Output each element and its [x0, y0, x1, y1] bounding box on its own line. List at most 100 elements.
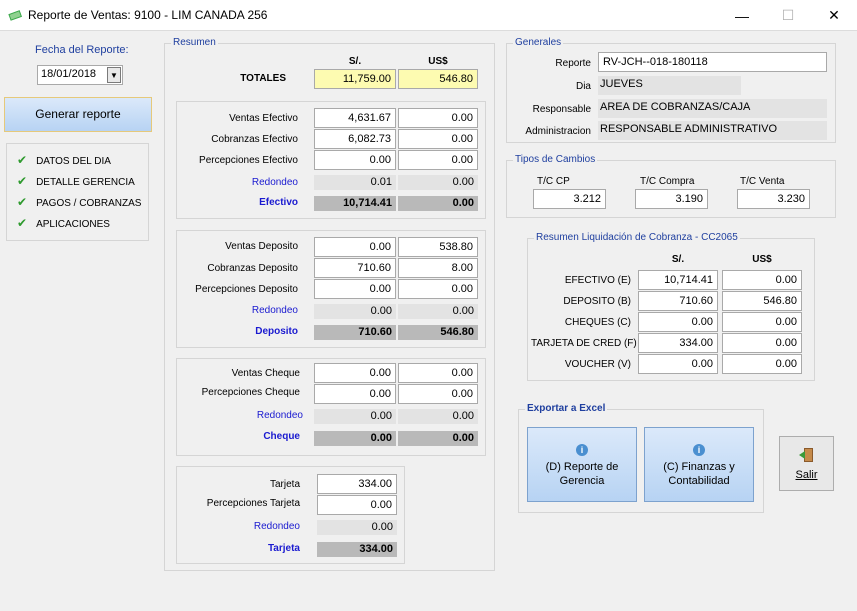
- redondeo-efectivo-sol: 0.01: [314, 175, 396, 190]
- reporte-field[interactable]: RV-JCH--018-180118: [598, 52, 827, 72]
- efectivo-total-usd: 0.00: [398, 196, 478, 211]
- percepciones-cheque-usd[interactable]: 0.00: [398, 384, 478, 404]
- ventas-cheque-sol[interactable]: 0.00: [314, 363, 396, 383]
- row-label: Ventas Deposito: [225, 241, 298, 252]
- liq-row-label: TARJETA DE CRED (F): [531, 338, 637, 349]
- percepciones-efectivo-usd[interactable]: 0.00: [398, 150, 478, 170]
- liq-tarjeta-usd[interactable]: 0.00: [722, 333, 802, 353]
- totales-usd: 546.80: [398, 69, 478, 89]
- row-label: Tarjeta: [269, 479, 300, 490]
- tc-venta-label: T/C Venta: [740, 176, 785, 187]
- row-label: Percepciones Tarjeta: [206, 498, 300, 509]
- percepciones-efectivo-sol[interactable]: 0.00: [314, 150, 396, 170]
- cheque-total-sol: 0.00: [314, 431, 396, 446]
- generar-reporte-button[interactable]: Generar reporte: [4, 97, 152, 132]
- fecha-date-picker[interactable]: 18/01/2018 ▼: [37, 65, 123, 85]
- reporte-label: Reporte: [555, 58, 591, 69]
- exit-door-icon: [798, 448, 813, 462]
- title-bar: Reporte de Ventas: 9100 - LIM CANADA 256…: [0, 0, 857, 31]
- app-money-icon: [8, 10, 23, 21]
- salir-label: Salir: [795, 469, 818, 481]
- row-label: Percepciones Deposito: [195, 284, 298, 295]
- redondeo-label: Redondeo: [253, 521, 300, 532]
- responsable-label: Responsable: [532, 104, 591, 115]
- row-label: Ventas Cheque: [231, 368, 300, 379]
- check-item: ✔ DETALLE GERENCIA: [17, 174, 135, 188]
- redondeo-label: Redondeo: [251, 305, 298, 316]
- finanzas-contabilidad-button[interactable]: i (C) Finanzas y Contabilidad: [644, 427, 754, 502]
- row-label: Cobranzas Deposito: [207, 263, 298, 274]
- cobranzas-efectivo-sol[interactable]: 6,082.73: [314, 129, 396, 149]
- cambios-title: Tipos de Cambios: [513, 154, 598, 165]
- cobranzas-deposito-sol[interactable]: 710.60: [314, 258, 396, 278]
- minimize-button[interactable]: —: [719, 0, 765, 31]
- liq-cheques-sol[interactable]: 0.00: [638, 312, 718, 332]
- generales-title: Generales: [513, 37, 564, 48]
- percepciones-deposito-usd[interactable]: 0.00: [398, 279, 478, 299]
- salir-button[interactable]: Salir: [779, 436, 834, 491]
- administracion-field: RESPONSABLE ADMINISTRATIVO: [598, 121, 827, 140]
- check-item: ✔ APLICACIONES: [17, 216, 110, 230]
- close-button[interactable]: ✕: [811, 0, 857, 31]
- tarjeta-sol[interactable]: 334.00: [317, 474, 397, 494]
- redondeo-deposito-usd: 0.00: [398, 304, 478, 319]
- efectivo-total-label: Efectivo: [259, 197, 298, 208]
- liq-voucher-sol[interactable]: 0.00: [638, 354, 718, 374]
- liq-row-label: VOUCHER (V): [564, 359, 631, 370]
- chevron-down-icon[interactable]: ▼: [107, 67, 121, 83]
- reporte-gerencia-label: (D) Reporte de Gerencia: [545, 461, 619, 487]
- cobranzas-efectivo-usd[interactable]: 0.00: [398, 129, 478, 149]
- tc-compra-field[interactable]: 3.190: [635, 189, 708, 209]
- liq-efectivo-sol[interactable]: 10,714.41: [638, 270, 718, 290]
- row-label: Ventas Efectivo: [229, 113, 298, 124]
- check-item: ✔ DATOS DEL DIA: [17, 153, 111, 167]
- totales-sol: 11,759.00: [314, 69, 396, 89]
- tc-venta-field[interactable]: 3.230: [737, 189, 810, 209]
- redondeo-label: Redondeo: [256, 410, 303, 421]
- tc-cp-field[interactable]: 3.212: [533, 189, 606, 209]
- cobranzas-deposito-usd[interactable]: 8.00: [398, 258, 478, 278]
- liq-deposito-usd[interactable]: 546.80: [722, 291, 802, 311]
- percepciones-deposito-sol[interactable]: 0.00: [314, 279, 396, 299]
- resumen-title: Resumen: [171, 37, 218, 48]
- totales-label: TOTALES: [240, 73, 286, 84]
- cheque-total-usd: 0.00: [398, 431, 478, 446]
- row-label: Cobranzas Efectivo: [211, 134, 298, 145]
- redondeo-deposito-sol: 0.00: [314, 304, 396, 319]
- liq-voucher-usd[interactable]: 0.00: [722, 354, 802, 374]
- checkmark-icon: ✔: [17, 216, 28, 230]
- checklist-panel: ✔ DATOS DEL DIA ✔ DETALLE GERENCIA ✔ PAG…: [6, 143, 149, 241]
- liquidacion-title: Resumen Liquidación de Cobranza - CC2065: [534, 232, 740, 243]
- info-icon: i: [576, 444, 588, 456]
- liq-deposito-sol[interactable]: 710.60: [638, 291, 718, 311]
- tarjeta-total-sol: 334.00: [317, 542, 397, 557]
- liq-tarjeta-sol[interactable]: 334.00: [638, 333, 718, 353]
- ventas-cheque-usd[interactable]: 0.00: [398, 363, 478, 383]
- exportar-title: Exportar a Excel: [525, 403, 608, 414]
- checkmark-icon: ✔: [17, 195, 28, 209]
- deposito-total-usd: 546.80: [398, 325, 478, 340]
- liq-row-label: CHEQUES (C): [564, 317, 631, 328]
- liq-efectivo-usd[interactable]: 0.00: [722, 270, 802, 290]
- liq-row-label: DEPOSITO (B): [563, 296, 631, 307]
- tc-cp-label: T/C CP: [537, 176, 570, 187]
- reporte-gerencia-button[interactable]: i (D) Reporte de Gerencia: [527, 427, 637, 502]
- percepciones-cheque-sol[interactable]: 0.00: [314, 384, 396, 404]
- ventas-efectivo-sol[interactable]: 4,631.67: [314, 108, 396, 128]
- maximize-button[interactable]: ☐: [765, 0, 811, 31]
- ventas-efectivo-usd[interactable]: 0.00: [398, 108, 478, 128]
- redondeo-efectivo-usd: 0.00: [398, 175, 478, 190]
- ventas-deposito-usd[interactable]: 538.80: [398, 237, 478, 257]
- redondeo-label: Redondeo: [251, 177, 298, 188]
- liq-cheques-usd[interactable]: 0.00: [722, 312, 802, 332]
- cheque-total-label: Cheque: [263, 431, 300, 442]
- row-label: Percepciones Efectivo: [199, 155, 298, 166]
- ventas-deposito-sol[interactable]: 0.00: [314, 237, 396, 257]
- row-label: Percepciones Cheque: [201, 387, 300, 398]
- check-item: ✔ PAGOS / COBRANZAS: [17, 195, 142, 209]
- header-usd: US$: [428, 56, 448, 67]
- dia-label: Dia: [575, 81, 591, 92]
- responsable-field: AREA DE COBRANZAS/CAJA: [598, 99, 827, 118]
- redondeo-tarjeta-sol: 0.00: [317, 520, 397, 535]
- percepciones-tarjeta-sol[interactable]: 0.00: [317, 495, 397, 515]
